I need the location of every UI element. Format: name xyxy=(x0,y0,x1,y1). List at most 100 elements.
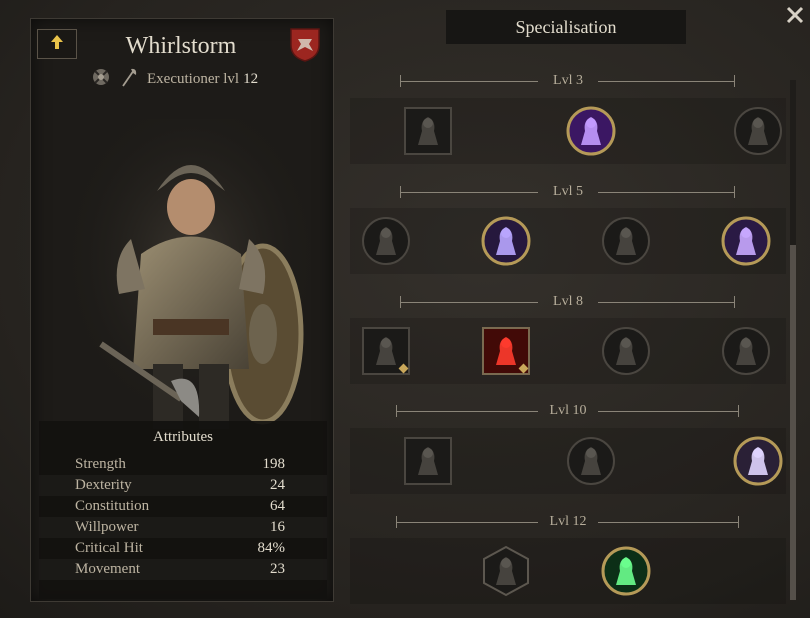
tier-divider-cap xyxy=(396,405,397,417)
skill-axe-strike-button[interactable] xyxy=(360,325,412,377)
tier-label: Lvl 8 xyxy=(553,294,583,309)
skill-cleave-button[interactable] xyxy=(402,435,454,487)
skill-berserker-button[interactable] xyxy=(720,325,772,377)
close-button[interactable] xyxy=(784,6,806,28)
attribute-value: 84% xyxy=(257,540,286,556)
skill-icon xyxy=(734,107,782,155)
tier-label: Lvl 5 xyxy=(553,184,583,199)
shield-boss-icon xyxy=(91,67,111,92)
tier-divider-cap xyxy=(396,516,397,528)
attribute-label: Strength xyxy=(75,456,126,472)
skill-icon xyxy=(602,217,650,265)
attribute-value: 23 xyxy=(270,561,285,577)
class-line: Executioner lvl 12 xyxy=(91,67,258,91)
skill-row xyxy=(350,208,786,274)
attribute-row-critical-hit: Critical Hit 84% xyxy=(39,538,327,559)
skill-icon xyxy=(362,217,410,265)
tier-label: Lvl 12 xyxy=(549,514,587,529)
skill-blood-pillar-button[interactable] xyxy=(480,325,532,377)
close-icon xyxy=(786,6,804,29)
tier-divider xyxy=(598,411,738,412)
tier-divider xyxy=(400,81,538,82)
skill-shadow-aura-button[interactable] xyxy=(600,325,652,377)
attribute-row-strength: Strength 198 xyxy=(39,454,327,475)
skill-hooded-figure-button[interactable] xyxy=(565,435,617,487)
tier-label: Lvl 10 xyxy=(549,403,587,418)
tier-divider-cap xyxy=(400,296,401,308)
tier-divider xyxy=(396,522,538,523)
tier-divider xyxy=(400,192,538,193)
skill-lightning-axe-button[interactable] xyxy=(720,215,772,267)
tier-divider-cap xyxy=(734,75,735,87)
character-portrait xyxy=(71,119,311,429)
tier-divider-cap xyxy=(738,405,739,417)
attribute-value: 198 xyxy=(262,456,286,472)
tier-divider xyxy=(396,411,538,412)
attributes-title: Attributes xyxy=(153,429,213,445)
tier-header: Lvl 5 xyxy=(350,181,786,203)
skill-icon xyxy=(404,107,452,155)
scrollbar-thumb[interactable] xyxy=(790,245,796,600)
up-arrow-icon xyxy=(50,34,64,55)
skill-icon xyxy=(722,327,770,375)
tier-divider xyxy=(598,302,734,303)
attribute-row-constitution: Constitution 64 xyxy=(39,496,327,517)
skill-icon xyxy=(721,216,771,266)
skill-icon xyxy=(566,106,616,156)
skill-icon xyxy=(483,545,529,597)
heraldic-shield-icon xyxy=(289,27,321,63)
tier-header: Lvl 10 xyxy=(350,400,786,422)
attribute-value: 16 xyxy=(270,519,285,535)
tier-divider-cap xyxy=(738,516,739,528)
character-name: Whirlstorm xyxy=(125,33,237,59)
class-name: Executioner lvl xyxy=(147,70,240,87)
skill-wolf-spirit-button[interactable] xyxy=(732,435,784,487)
attribute-row-movement: Movement 23 xyxy=(39,559,327,580)
tier-divider xyxy=(598,522,738,523)
skill-crossed-weapons-button[interactable] xyxy=(732,105,784,157)
attribute-row-willpower: Willpower 16 xyxy=(39,517,327,538)
skill-storm-warrior-button[interactable] xyxy=(480,215,532,267)
attribute-row-dexterity: Dexterity 24 xyxy=(39,475,327,496)
attribute-label: Movement xyxy=(75,561,140,577)
tier-header: Lvl 3 xyxy=(350,70,786,92)
skill-row xyxy=(350,98,786,164)
attributes-panel: Attributes Strength 198 Dexterity 24 Con… xyxy=(39,421,327,599)
skill-icon xyxy=(733,436,783,486)
tier-divider xyxy=(400,302,538,303)
skill-icon xyxy=(362,327,410,375)
skill-green-rune-button[interactable] xyxy=(600,545,652,597)
tier-divider-cap xyxy=(734,186,735,198)
skill-hexagon-warrior-button[interactable] xyxy=(480,545,532,597)
tier-divider-cap xyxy=(400,186,401,198)
tier-divider xyxy=(598,81,734,82)
skill-icon xyxy=(482,327,530,375)
skill-row xyxy=(350,538,786,604)
skill-beast-roar-button[interactable] xyxy=(360,215,412,267)
axe-icon xyxy=(119,66,139,93)
skill-icon xyxy=(481,216,531,266)
tier-header: Lvl 8 xyxy=(350,291,786,313)
attribute-label: Critical Hit xyxy=(75,540,143,556)
tier-label: Lvl 3 xyxy=(553,73,583,88)
skill-row xyxy=(350,318,786,384)
skill-radiant-head-button[interactable] xyxy=(600,215,652,267)
skill-icon xyxy=(602,327,650,375)
skill-shield-silhouette-button[interactable] xyxy=(402,105,454,157)
level-up-button[interactable] xyxy=(37,29,77,59)
attribute-label: Dexterity xyxy=(75,477,132,493)
skill-icon xyxy=(601,546,651,596)
specialisation-header: Specialisation xyxy=(446,10,686,44)
attribute-label: Constitution xyxy=(75,498,150,514)
skill-icon xyxy=(567,437,615,485)
tier-header: Lvl 12 xyxy=(350,511,786,533)
attribute-label: Willpower xyxy=(75,519,139,535)
attribute-value: 64 xyxy=(270,498,285,514)
specialisation-scrollbar[interactable] xyxy=(790,80,796,600)
character-panel: Whirlstorm Executioner lvl 12 Attributes… xyxy=(30,18,334,602)
tier-divider-cap xyxy=(400,75,401,87)
attribute-value: 24 xyxy=(270,477,285,493)
tier-divider-cap xyxy=(734,296,735,308)
skill-purple-lightning-button[interactable] xyxy=(565,105,617,157)
skill-icon xyxy=(404,437,452,485)
